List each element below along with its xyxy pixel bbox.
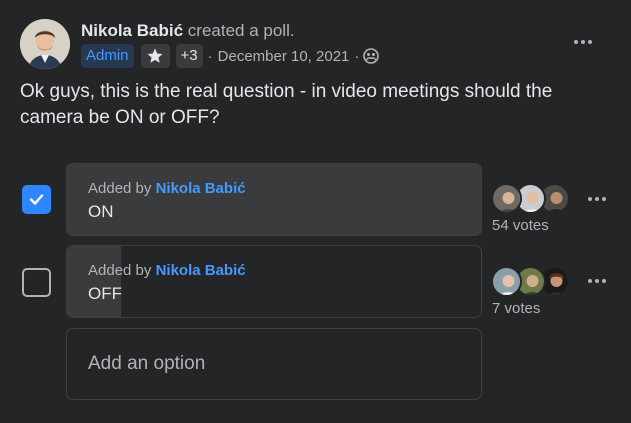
- option-more-button[interactable]: [584, 190, 610, 208]
- post-meta: Admin +3 · December 10, 2021 ·: [81, 44, 380, 68]
- voter-avatar: [491, 183, 522, 214]
- star-icon: [147, 48, 163, 63]
- more-dot: [602, 197, 606, 201]
- post-action-text: created a poll.: [187, 21, 295, 40]
- meta-separator: ·: [207, 47, 213, 65]
- poll-option-off[interactable]: Added by Nikola Babić OFF: [66, 245, 482, 318]
- added-by-line: Added by Nikola Babić: [88, 262, 246, 280]
- post-header-line: Nikola Babić created a poll.: [81, 20, 295, 42]
- author-name[interactable]: Nikola Babić: [81, 21, 183, 40]
- author-avatar[interactable]: [20, 19, 70, 69]
- added-by-prefix: Added by: [88, 180, 152, 197]
- vote-share-bar: [67, 246, 121, 317]
- option-more-button[interactable]: [584, 272, 610, 290]
- more-dot: [588, 197, 592, 201]
- more-dot: [581, 40, 585, 44]
- more-dot: [602, 279, 606, 283]
- poll-option-on[interactable]: Added by Nikola Babić ON: [66, 163, 482, 236]
- post-date[interactable]: December 10, 2021: [218, 48, 350, 65]
- more-dot: [595, 279, 599, 283]
- voter-avatars[interactable]: [491, 183, 573, 214]
- star-badge[interactable]: [140, 44, 170, 68]
- option-off-checkbox[interactable]: [22, 268, 51, 297]
- more-badges-count[interactable]: +3: [175, 44, 203, 68]
- more-dot: [588, 279, 592, 283]
- post-more-options-button[interactable]: [570, 32, 596, 52]
- option-label: ON: [88, 202, 114, 221]
- added-by-line: Added by Nikola Babić: [88, 180, 246, 198]
- vote-share-bar: [67, 164, 481, 235]
- voter-avatars[interactable]: [491, 266, 573, 297]
- option-on-checkbox[interactable]: [22, 185, 51, 214]
- added-by-prefix: Added by: [88, 262, 152, 279]
- members-icon[interactable]: [363, 48, 380, 64]
- vote-count[interactable]: 7 votes: [492, 300, 540, 317]
- add-option-input[interactable]: [66, 328, 482, 400]
- more-dot: [574, 40, 578, 44]
- voter-avatar: [491, 266, 522, 297]
- vote-count[interactable]: 54 votes: [492, 217, 549, 234]
- more-dot: [588, 40, 592, 44]
- poll-question: Ok guys, this is the real question - in …: [20, 81, 553, 128]
- added-by-name[interactable]: Nikola Babić: [156, 262, 246, 279]
- added-by-name[interactable]: Nikola Babić: [156, 180, 246, 197]
- meta-separator: ·: [354, 47, 360, 65]
- more-dot: [595, 197, 599, 201]
- option-label: OFF: [88, 284, 122, 303]
- checkmark-icon: [29, 194, 44, 205]
- admin-badge[interactable]: Admin: [81, 44, 134, 68]
